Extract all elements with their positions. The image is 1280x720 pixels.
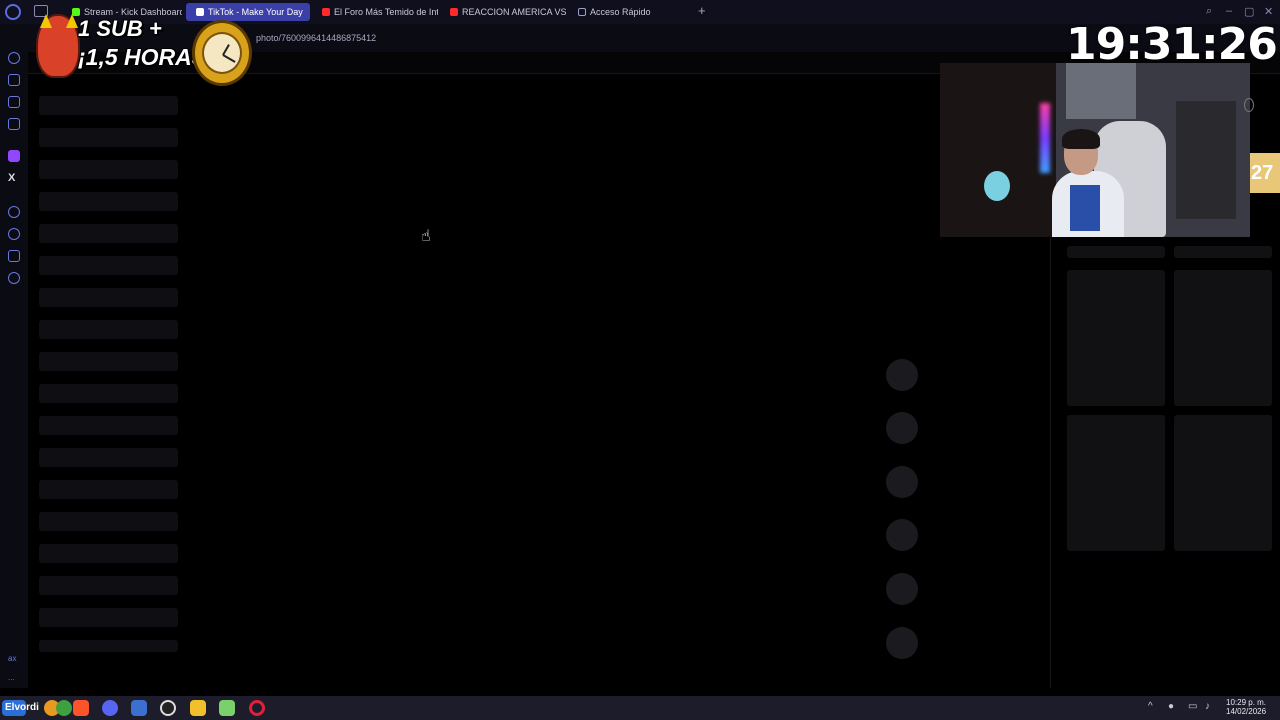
- taskbar-date[interactable]: 14/02/2026: [1226, 707, 1266, 716]
- skeleton-row: [39, 320, 178, 339]
- tab-acceso-rapido[interactable]: Acceso Rápido: [568, 3, 678, 21]
- explorer-icon[interactable]: [190, 700, 206, 716]
- more-button[interactable]: [886, 627, 918, 659]
- skeleton-row: [39, 128, 178, 147]
- skeleton-row: [39, 576, 178, 595]
- history-icon[interactable]: [8, 228, 20, 240]
- skeleton-row: [39, 448, 178, 467]
- twitch-icon[interactable]: [8, 150, 20, 162]
- comment-button[interactable]: [886, 412, 918, 444]
- skeleton-row: [39, 416, 178, 435]
- obs-icon[interactable]: [160, 700, 176, 716]
- skeleton-row: [39, 160, 178, 179]
- repost-button[interactable]: [886, 573, 918, 605]
- youtube-icon: [322, 8, 330, 16]
- alarm-clock-icon: [192, 20, 252, 86]
- url-text[interactable]: photo/7600996414486875412: [256, 33, 376, 43]
- store-icon[interactable]: [131, 700, 147, 716]
- search-tabs-icon[interactable]: ⌕: [1206, 5, 1212, 18]
- skeleton-row: [39, 96, 178, 115]
- bookmark-button[interactable]: [886, 466, 918, 498]
- game-icon[interactable]: [219, 700, 235, 716]
- tiktok-sidebar-icon[interactable]: [8, 96, 20, 108]
- related-thumbnail[interactable]: [1067, 415, 1165, 551]
- store-icon[interactable]: [8, 74, 20, 86]
- youtube-icon: [450, 8, 458, 16]
- skeleton-row: [39, 256, 178, 275]
- skeleton-row: [39, 224, 178, 243]
- network-icon[interactable]: ▭: [1188, 701, 1197, 712]
- skeleton-row: [39, 288, 178, 307]
- grid-icon: [578, 8, 586, 16]
- taskbar-time[interactable]: 10:29 p. m.: [1226, 698, 1266, 707]
- skeleton-row: [39, 512, 178, 531]
- new-tab-button[interactable]: +: [698, 4, 706, 18]
- skeleton-row: [39, 384, 178, 403]
- opera-icon[interactable]: [249, 700, 265, 716]
- skeleton-row: [39, 608, 178, 627]
- tab-reaccion-america[interactable]: REACCION AMERICA VS C: [440, 3, 566, 21]
- sub-overlay-line1: 1 SUB +: [78, 16, 162, 41]
- related-thumbnail[interactable]: [1174, 270, 1272, 406]
- tab-el-foro[interactable]: El Foro Más Temido de Int: [312, 3, 438, 21]
- ai-icon[interactable]: ax: [8, 654, 16, 663]
- play-icon[interactable]: [8, 206, 20, 218]
- close-icon[interactable]: ✕: [1264, 5, 1273, 18]
- taskbar: Elvordi ^ ● ▭ ♪ 10:29 p. m. 14/02/2026: [0, 696, 1280, 720]
- related-thumbnail[interactable]: [1067, 270, 1165, 406]
- mail-icon[interactable]: [8, 118, 20, 130]
- streamer: [1052, 129, 1132, 237]
- side-badge: 27: [1250, 153, 1280, 193]
- skeleton-row: [39, 192, 178, 211]
- x-icon[interactable]: X: [8, 172, 15, 184]
- plush-toy: [984, 171, 1010, 201]
- tray-chevron-icon[interactable]: ^: [1148, 701, 1153, 712]
- skeleton-row: [39, 640, 178, 652]
- profile-icon[interactable]: [1244, 98, 1254, 112]
- messenger-icon[interactable]: [8, 52, 20, 64]
- skeleton-row: [39, 480, 178, 499]
- volume-icon[interactable]: ♪: [1205, 701, 1210, 712]
- sub-goal-overlay: 1 SUB + ¡1,5 HORAS!: [30, 4, 260, 90]
- maximize-icon[interactable]: ▢: [1244, 5, 1254, 18]
- related-thumbnail[interactable]: [1067, 246, 1165, 258]
- devil-mascot-icon: [36, 14, 80, 78]
- widgets-icon[interactable]: [56, 700, 72, 716]
- share-button[interactable]: [886, 519, 918, 551]
- related-thumbnail[interactable]: [1174, 415, 1272, 551]
- start-label: Elvordi: [5, 702, 39, 713]
- brave-icon[interactable]: [73, 700, 89, 716]
- extensions-icon[interactable]: [8, 250, 20, 262]
- discord-icon[interactable]: [102, 700, 118, 716]
- skeleton-row: [39, 352, 178, 371]
- mouse-cursor-icon: ☝: [421, 228, 431, 245]
- skeleton-row: [39, 544, 178, 563]
- webcam-feed: [940, 63, 1250, 237]
- right-panel-divider: [1050, 238, 1051, 688]
- more-icon[interactable]: ...: [8, 673, 15, 682]
- mic-icon[interactable]: ●: [1168, 701, 1174, 712]
- like-button[interactable]: [886, 359, 918, 391]
- related-thumbnail[interactable]: [1174, 246, 1272, 258]
- settings-icon[interactable]: [8, 272, 20, 284]
- opera-logo-icon[interactable]: [5, 4, 21, 20]
- minimize-icon[interactable]: –: [1226, 5, 1232, 17]
